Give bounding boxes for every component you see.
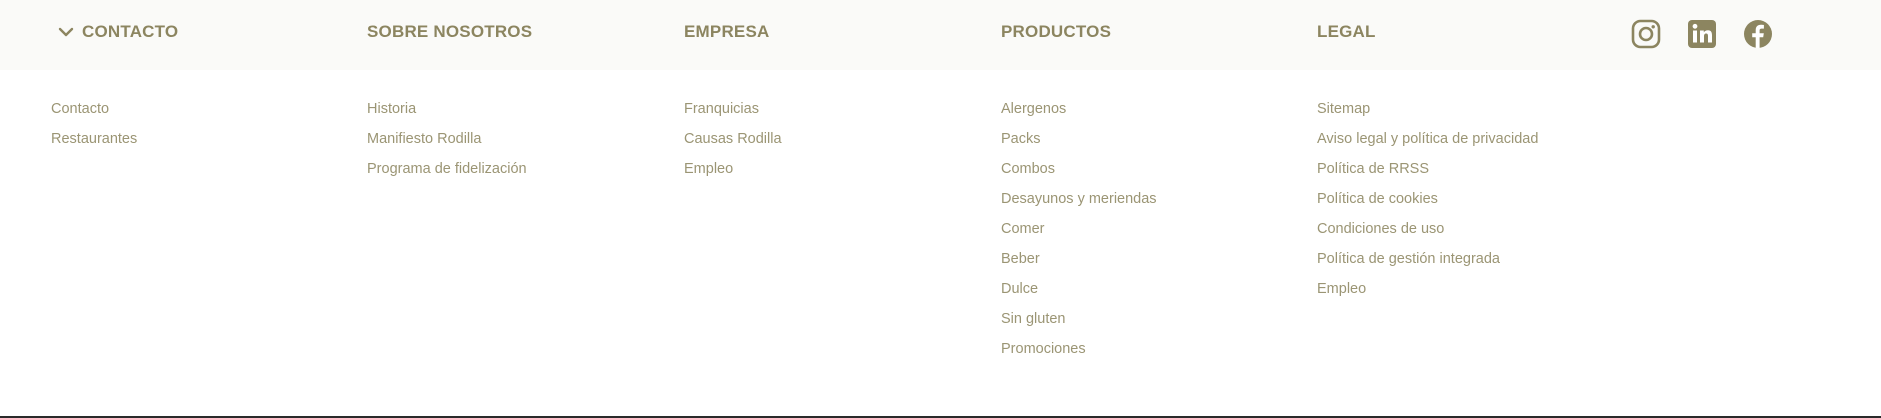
footer-link[interactable]: Alergenos (1001, 94, 1157, 124)
footer-link[interactable]: Manifiesto Rodilla (367, 124, 527, 154)
footer-link[interactable]: Restaurantes (51, 124, 137, 154)
footer-link[interactable]: Aviso legal y política de privacidad (1317, 124, 1538, 154)
chevron-down-icon (58, 24, 74, 40)
link-list-productos: Alergenos Packs Combos Desayunos y merie… (1001, 94, 1157, 364)
footer-link[interactable]: Sin gluten (1001, 304, 1157, 334)
column-title-legal: LEGAL (1317, 22, 1376, 42)
link-list-empresa: Franquicias Causas Rodilla Empleo (684, 94, 782, 184)
footer-link[interactable]: Programa de fidelización (367, 154, 527, 184)
link-list-contacto: Contacto Restaurantes (51, 94, 137, 154)
footer-link[interactable]: Empleo (684, 154, 782, 184)
footer-link[interactable]: Beber (1001, 244, 1157, 274)
footer-link[interactable]: Combos (1001, 154, 1157, 184)
footer-link[interactable]: Desayunos y meriendas (1001, 184, 1157, 214)
footer-link[interactable]: Empleo (1317, 274, 1538, 304)
footer-link[interactable]: Política de gestión integrada (1317, 244, 1538, 274)
column-title-label: SOBRE NOSOTROS (367, 22, 533, 41)
footer-link[interactable]: Comer (1001, 214, 1157, 244)
footer-link[interactable]: Dulce (1001, 274, 1157, 304)
column-title-label: LEGAL (1317, 22, 1376, 41)
column-title-label: EMPRESA (684, 22, 770, 41)
column-title-contacto[interactable]: CONTACTO (58, 22, 178, 42)
column-title-sobre-nosotros: SOBRE NOSOTROS (367, 22, 532, 42)
social-links (1629, 17, 1775, 51)
footer-link[interactable]: Condiciones de uso (1317, 214, 1538, 244)
footer-link[interactable]: Sitemap (1317, 94, 1538, 124)
facebook-icon[interactable] (1741, 17, 1775, 51)
footer-link[interactable]: Franquicias (684, 94, 782, 124)
instagram-icon[interactable] (1629, 17, 1663, 51)
column-title-label: PRODUCTOS (1001, 22, 1112, 41)
column-title-label: CONTACTO (82, 22, 179, 41)
footer-link[interactable]: Política de cookies (1317, 184, 1538, 214)
footer-link[interactable]: Promociones (1001, 334, 1157, 364)
linkedin-icon[interactable] (1685, 17, 1719, 51)
footer-link[interactable]: Política de RRSS (1317, 154, 1538, 184)
footer-link[interactable]: Causas Rodilla (684, 124, 782, 154)
footer-link[interactable]: Contacto (51, 94, 137, 124)
footer-header-band (0, 0, 1881, 70)
column-title-empresa: EMPRESA (684, 22, 769, 42)
footer-link[interactable]: Historia (367, 94, 527, 124)
footer-link[interactable]: Packs (1001, 124, 1157, 154)
link-list-legal: Sitemap Aviso legal y política de privac… (1317, 94, 1538, 304)
column-title-productos: PRODUCTOS (1001, 22, 1111, 42)
link-list-sobre-nosotros: Historia Manifiesto Rodilla Programa de … (367, 94, 527, 184)
